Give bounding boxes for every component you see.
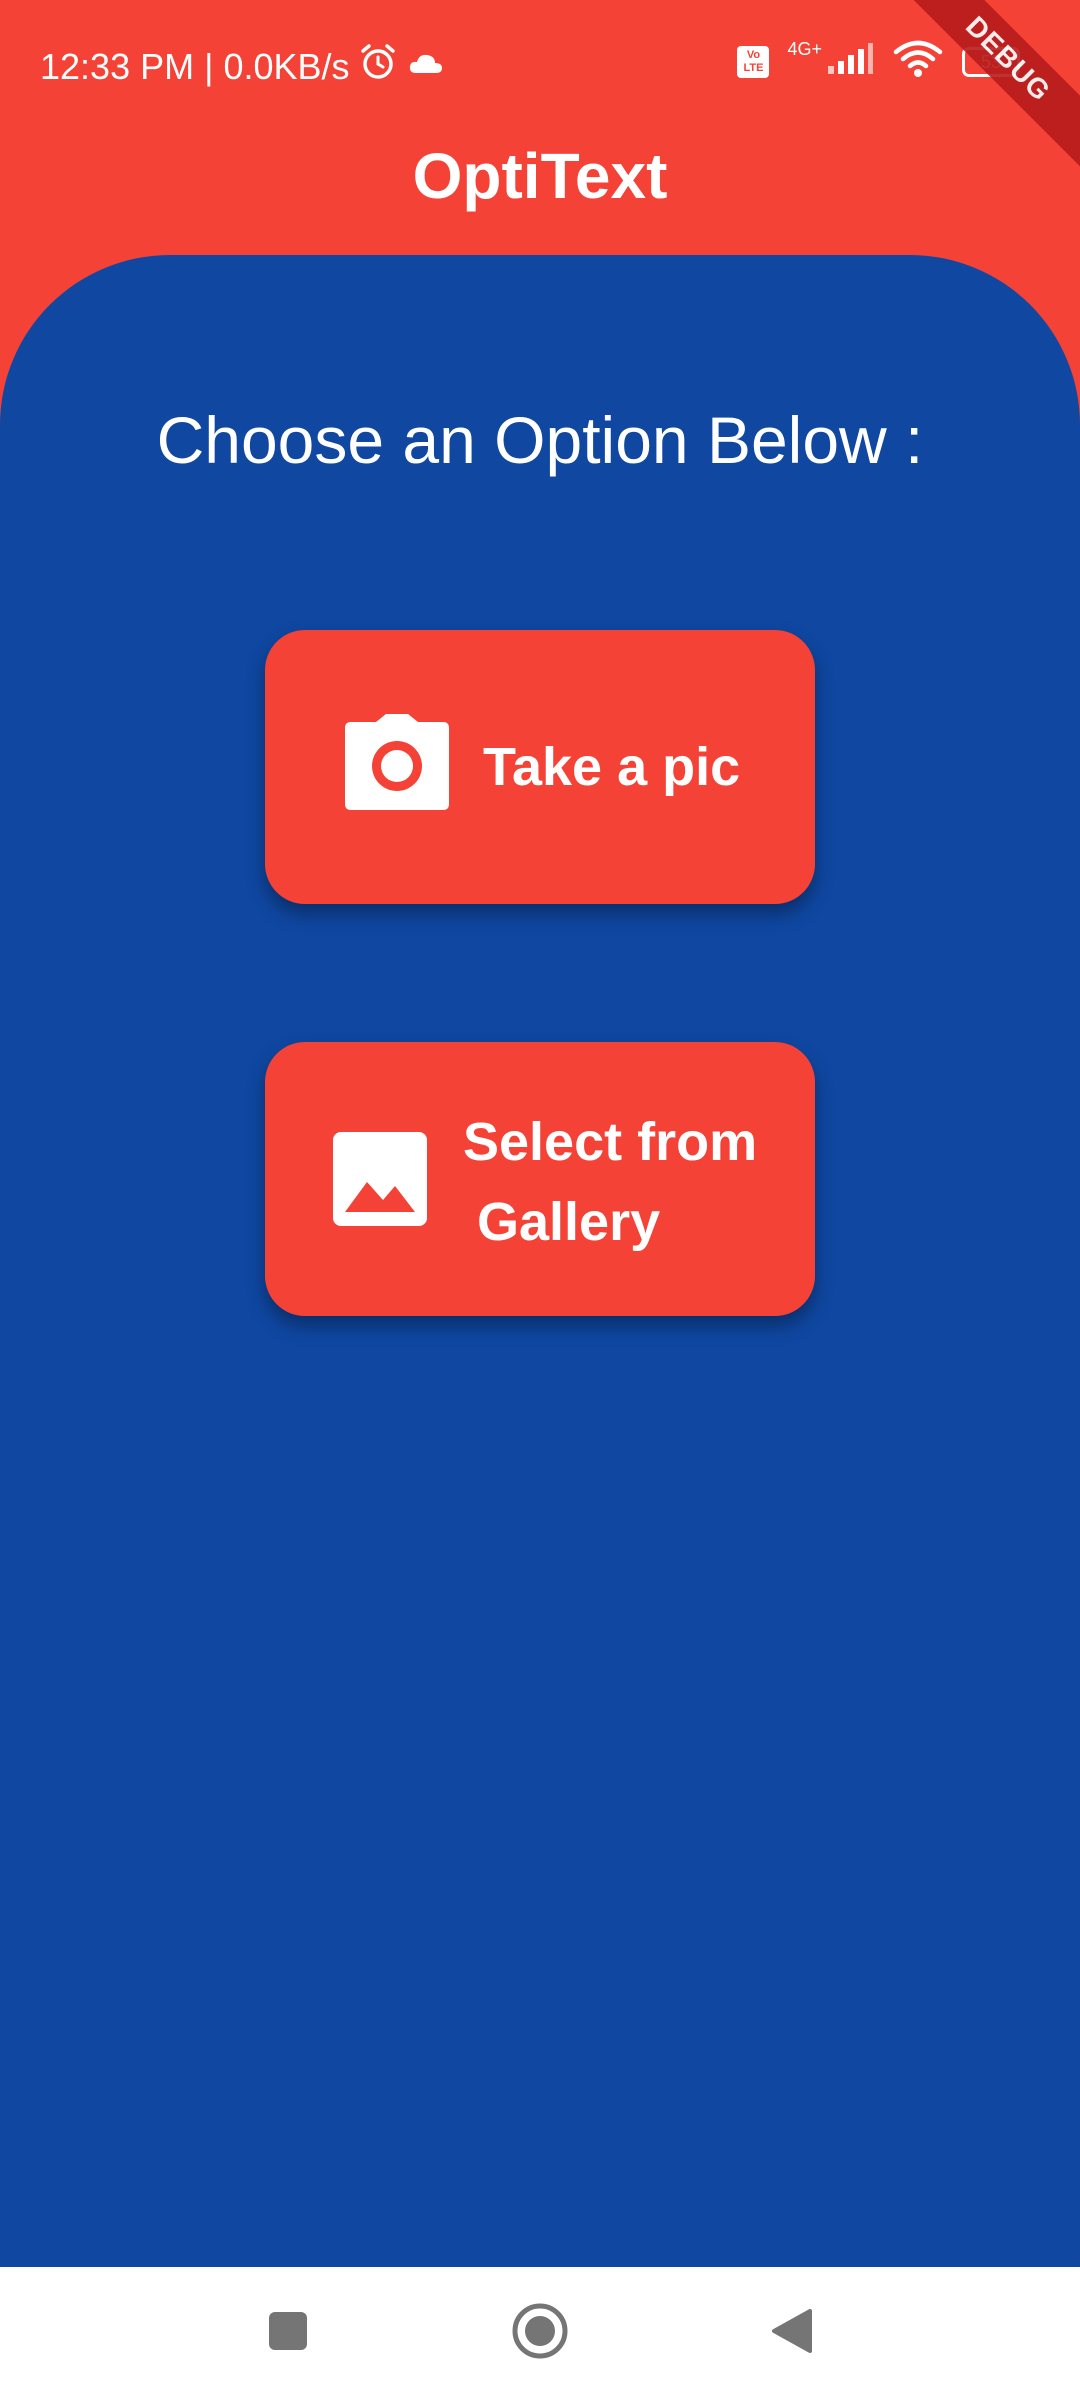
recent-apps-icon (267, 2310, 309, 2357)
status-left: 12:33 PM | 0.0KB/s (40, 42, 446, 92)
camera-icon (343, 712, 451, 817)
volte-badge: Vo LTE (737, 45, 770, 78)
signal-icon (826, 42, 874, 81)
home-icon (510, 2301, 570, 2366)
cloud-icon (406, 45, 446, 89)
status-time-speed: 12:33 PM | 0.0KB/s (40, 46, 350, 87)
system-nav-bar (0, 2267, 1080, 2400)
select-from-gallery-button[interactable]: Select from Gallery (265, 1042, 815, 1316)
app-screen: 12:33 PM | 0.0KB/s Vo LTE 4G+ DEBUG Opti… (0, 0, 1080, 2400)
back-icon (770, 2307, 814, 2360)
take-pic-label: Take a pic (483, 737, 741, 797)
prompt-text: Choose an Option Below : (156, 403, 924, 477)
alarm-icon (358, 42, 398, 92)
home-button[interactable] (480, 2267, 600, 2400)
app-title: OptiText (412, 140, 668, 212)
wifi-icon (892, 40, 944, 83)
take-pic-button[interactable]: Take a pic (265, 630, 815, 904)
status-bar: 12:33 PM | 0.0KB/s Vo LTE 4G+ (0, 0, 1080, 128)
gallery-label-line1: Select from (463, 1112, 758, 1172)
image-icon (333, 1132, 427, 1231)
back-button[interactable] (732, 2267, 852, 2400)
select-from-gallery-label: Select from Gallery (463, 1102, 783, 1262)
gallery-label-line2: Gallery (477, 1192, 661, 1252)
recent-apps-button[interactable] (228, 2267, 348, 2400)
network-type-label: 4G+ (787, 39, 822, 59)
